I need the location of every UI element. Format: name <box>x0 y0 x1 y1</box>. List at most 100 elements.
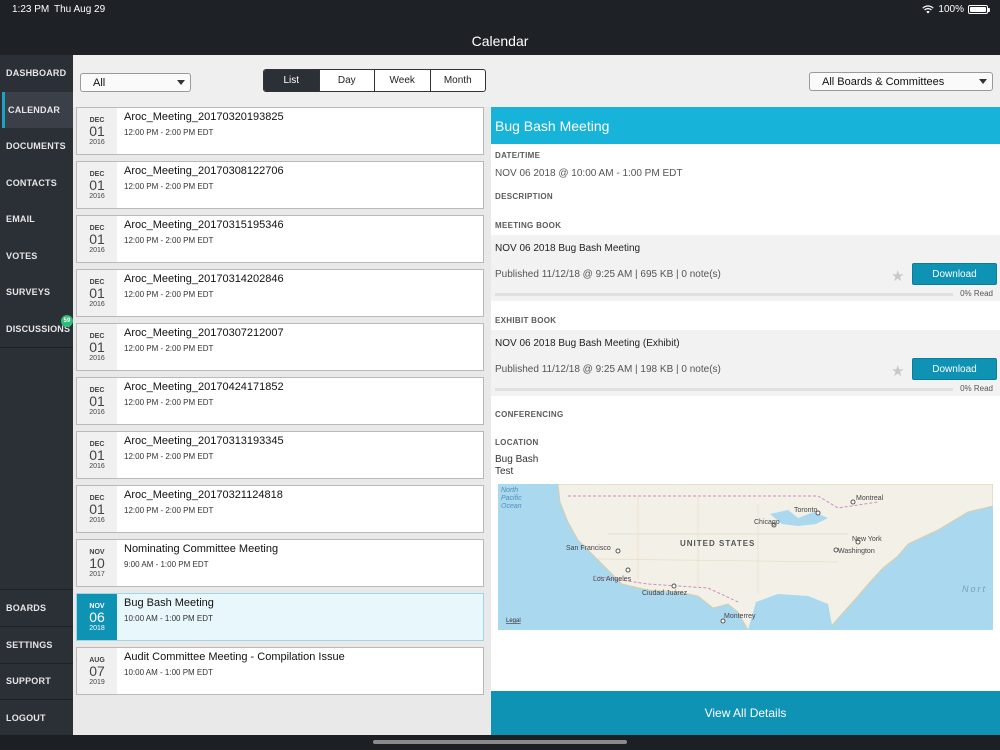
event-row[interactable]: DEC 01 2016 Aroc_Meeting_20170313193345 1… <box>76 431 484 479</box>
type-filter-value: All <box>93 76 106 89</box>
sidebar-item-label: VOTES <box>6 251 38 261</box>
view-all-details-button[interactable]: View All Details <box>491 691 1000 735</box>
board-filter-select[interactable]: All Boards & Committees <box>809 72 993 91</box>
event-year: 2016 <box>89 138 105 146</box>
download-button[interactable]: Download <box>912 263 997 285</box>
tab-list[interactable]: List <box>264 70 320 91</box>
page-title: Calendar <box>471 33 529 49</box>
exhibit-book-title[interactable]: NOV 06 2018 Bug Bash Meeting (Exhibit) <box>495 338 680 349</box>
sidebar-item-label: EMAIL <box>6 214 35 224</box>
sidebar-item-votes[interactable]: VOTES <box>2 238 73 274</box>
event-year: 2016 <box>89 354 105 362</box>
event-time: 12:00 PM - 2:00 PM EDT <box>124 452 214 461</box>
city-label: New York <box>852 536 882 543</box>
star-icon[interactable]: ★ <box>891 362 904 380</box>
tab-week[interactable]: Week <box>375 70 431 91</box>
sidebar-item-boards[interactable]: BOARDS <box>2 590 73 626</box>
event-row[interactable]: DEC 01 2016 Aroc_Meeting_20170308122706 1… <box>76 161 484 209</box>
event-day: 07 <box>89 662 105 679</box>
meeting-book-meta: Published 11/12/18 @ 9:25 AM | 695 KB | … <box>495 269 721 280</box>
sidebar-item-settings[interactable]: SETTINGS <box>2 627 73 663</box>
event-day: 01 <box>89 284 105 301</box>
battery-icon <box>968 5 990 14</box>
event-day: 01 <box>89 176 105 193</box>
wifi-icon <box>922 5 935 14</box>
description-label: DESCRIPTION <box>495 192 553 201</box>
sidebar-item-surveys[interactable]: SURVEYS <box>2 274 73 310</box>
sidebar-item-support[interactable]: SUPPORT <box>2 663 73 699</box>
sidebar-item-dashboard[interactable]: DASHBOARD <box>2 55 73 91</box>
sidebar-item-label: SUPPORT <box>6 676 51 686</box>
status-time: 1:23 PM <box>12 4 50 15</box>
country-label: UNITED STATES <box>680 539 755 548</box>
board-filter-value: All Boards & Committees <box>822 75 945 88</box>
event-year: 2016 <box>89 408 105 416</box>
event-time: 12:00 PM - 2:00 PM EDT <box>124 344 214 353</box>
meeting-book-title[interactable]: NOV 06 2018 Bug Bash Meeting <box>495 243 640 254</box>
view-switcher: List Day Week Month <box>263 69 486 92</box>
event-title: Nominating Committee Meeting <box>124 543 279 555</box>
event-row[interactable]: DEC 01 2016 Aroc_Meeting_20170320193825 1… <box>76 107 484 155</box>
location-name: Bug Bash <box>495 454 539 465</box>
exhibit-book-meta: Published 11/12/18 @ 9:25 AM | 198 KB | … <box>495 364 721 375</box>
sidebar-item-label: BOARDS <box>6 603 47 613</box>
city-label: San Francisco <box>566 545 611 552</box>
legal-link[interactable]: Legal <box>506 618 521 624</box>
city-label: Monterrey <box>724 613 756 620</box>
event-title: Aroc_Meeting_20170320193825 <box>124 111 284 123</box>
sidebar-item-label: DOCUMENTS <box>6 141 66 151</box>
location-label: LOCATION <box>495 438 539 447</box>
read-progress-bar <box>495 293 953 296</box>
event-time: 12:00 PM - 2:00 PM EDT <box>124 182 214 191</box>
sidebar-item-email[interactable]: EMAIL <box>2 201 73 237</box>
battery-level <box>970 7 986 12</box>
tab-day[interactable]: Day <box>320 70 375 91</box>
event-row[interactable]: DEC 01 2016 Aroc_Meeting_20170314202846 1… <box>76 269 484 317</box>
event-row[interactable]: DEC 01 2016 Aroc_Meeting_20170321124818 1… <box>76 485 484 533</box>
location-map[interactable]: North Pacific Ocean UNITED STATES San Fr… <box>498 484 993 630</box>
tab-month[interactable]: Month <box>431 70 486 91</box>
city-label: Ciudad Juárez <box>642 590 688 597</box>
datetime-label: DATE/TIME <box>495 151 541 160</box>
event-year: 2018 <box>89 624 105 632</box>
event-day: 06 <box>89 608 105 625</box>
sidebar-item-logout[interactable]: LOGOUT <box>2 700 73 736</box>
event-row-selected[interactable]: NOV 06 2018 Bug Bash Meeting 10:00 AM - 1… <box>76 593 484 641</box>
sidebar-item-label: CALENDAR <box>8 105 61 115</box>
sidebar-item-contacts[interactable]: CONTACTS <box>2 165 73 201</box>
event-row[interactable]: AUG 07 2019 Audit Committee Meeting - Co… <box>76 647 484 695</box>
location-address: Test <box>495 466 514 477</box>
event-detail-panel: Bug Bash Meeting DATE/TIME NOV 06 2018 @… <box>491 107 1000 735</box>
star-icon[interactable]: ★ <box>891 267 904 285</box>
chevron-down-icon <box>979 79 987 84</box>
type-filter-select[interactable]: All <box>80 73 191 92</box>
event-date: NOV 10 2017 <box>77 540 117 586</box>
event-time: 10:00 AM - 1:00 PM EDT <box>124 668 213 677</box>
event-time: 12:00 PM - 2:00 PM EDT <box>124 290 214 299</box>
event-row[interactable]: NOV 10 2017 Nominating Committee Meeting… <box>76 539 484 587</box>
event-date: DEC 01 2016 <box>77 324 117 370</box>
event-row[interactable]: DEC 01 2016 Aroc_Meeting_20170424171852 1… <box>76 377 484 425</box>
read-percent: 0% Read <box>960 384 993 393</box>
event-date: DEC 01 2016 <box>77 108 117 154</box>
ocean-label: Pacific <box>501 495 522 502</box>
battery-percent: 100% <box>938 4 964 15</box>
sidebar-item-label: CONTACTS <box>6 178 57 188</box>
event-day: 01 <box>89 338 105 355</box>
download-button[interactable]: Download <box>912 358 997 380</box>
sidebar-item-discussions[interactable]: DISCUSSIONS 59 <box>2 311 73 347</box>
event-day: 10 <box>89 554 105 571</box>
map-canvas: North Pacific Ocean UNITED STATES San Fr… <box>501 484 993 630</box>
city-label: Los Angeles <box>593 576 632 583</box>
event-year: 2016 <box>89 516 105 524</box>
conferencing-label: CONFERENCING <box>495 410 564 419</box>
event-title: Aroc_Meeting_20170424171852 <box>124 381 284 393</box>
event-title: Bug Bash Meeting <box>124 597 214 609</box>
event-row[interactable]: DEC 01 2016 Aroc_Meeting_20170307212007 1… <box>76 323 484 371</box>
event-row[interactable]: DEC 01 2016 Aroc_Meeting_20170315195346 1… <box>76 215 484 263</box>
event-date: DEC 01 2016 <box>77 378 117 424</box>
sidebar-item-documents[interactable]: DOCUMENTS <box>2 128 73 164</box>
city-label: Chicago <box>754 519 780 526</box>
sidebar-item-calendar[interactable]: CALENDAR <box>2 92 73 128</box>
event-day: 01 <box>89 392 105 409</box>
